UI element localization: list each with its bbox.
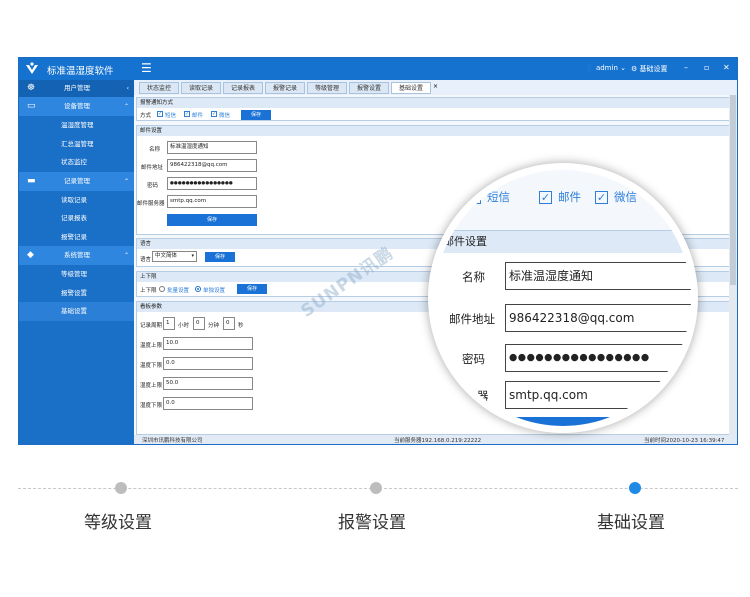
scrollbar-thumb[interactable] [730,95,736,285]
wechat-checkbox[interactable]: ✓ [211,111,217,117]
sidebar-item[interactable]: 记录报表 [19,209,134,228]
tab-status[interactable]: 状态监控 [139,82,179,94]
settings-button[interactable]: ⚙ 基础设置 [631,64,668,74]
method-label: 方式 [140,113,152,119]
status-bar: 深圳市讯鹏科技有限公司 当前服务器192.168.0.219:22222 当前时… [134,435,737,444]
zoom-name-field: 标准温湿度通知 [505,262,691,290]
tab-basic-settings[interactable]: 基础设置 [391,82,431,94]
gear-icon: ⚙ [631,65,638,73]
maximize-button[interactable]: ▫ [704,63,709,72]
sidebar-item[interactable]: 等级管理 [19,265,134,284]
pagination-dot-active[interactable] [629,482,641,494]
email-checkbox[interactable]: ✓ [184,111,190,117]
sms-checkbox[interactable]: ✓ [157,111,163,117]
sidebar-item[interactable]: 报警记录 [19,228,134,247]
sidebar-item[interactable]: 读取记录 [19,191,134,210]
nav-label-level[interactable]: 等级设置 [84,508,152,533]
batch-radio[interactable] [159,286,165,292]
sidebar-item-active[interactable]: 基础设置 [19,302,134,321]
sidebar-group-system[interactable]: ◆ 系统管理 ⌃ [19,246,134,265]
alarm-method-section: 报警通知方式 方式 ✓ 短信 ✓ 邮件 ✓ 微信 保存 [136,97,734,121]
monitor-icon: ▭ [27,101,36,111]
humidity-upper-input[interactable]: 50.0 [163,377,253,390]
sidebar-item[interactable]: 温湿度管理 [19,116,134,135]
zoom-mail-section: 邮件设置 名称 标准温湿度通知 邮件地址 986422318@qq.com 密码… [435,230,691,426]
temp-upper-input[interactable]: 10.0 [163,337,253,350]
zoom-server-field: smtp.qq.com [505,381,691,409]
sidebar-item[interactable]: 汇总温管理 [19,135,134,154]
cycle-hour-input[interactable]: 1 [163,317,175,330]
user-icon: 👤 [585,64,594,72]
humidity-lower-input[interactable]: 0.0 [163,397,253,410]
sidebar-group-device[interactable]: ▭ 设备管理 ⌃ [19,97,134,116]
cube-icon: ◆ [27,250,34,260]
mail-save-button[interactable]: 保存 [167,214,257,226]
alarm-method-save-button[interactable]: 保存 [241,110,271,120]
language-save-button[interactable]: 保存 [205,252,235,262]
nav-label-basic[interactable]: 基础设置 [597,508,665,533]
users-icon: ☸ [27,83,36,93]
temp-lower-input[interactable]: 0.0 [163,357,253,370]
close-tab-icon[interactable]: × [433,83,438,90]
pagination-dot[interactable] [370,482,382,494]
nav-label-alarm[interactable]: 报警设置 [338,508,406,533]
vertical-scrollbar[interactable] [729,95,737,435]
chevron-up-icon: ⌃ [123,103,129,110]
company-name: 深圳市讯鹏科技有限公司 [142,438,203,444]
minimize-button[interactable]: – [684,63,688,72]
zoom-sms-checkbox: ✓ [468,191,481,204]
mail-server-input[interactable]: smtp.qq.com [167,195,257,208]
chevron-up-icon: ⌃ [123,252,129,259]
tab-report[interactable]: 记录报表 [223,82,263,94]
mail-address-input[interactable]: 986422318@qq.com [167,159,257,172]
cycle-minute-input[interactable]: 0 [193,317,205,330]
single-radio[interactable] [195,286,201,292]
mail-name-input[interactable]: 标准温湿度通知 [167,141,257,154]
zoom-password-field: ●●●●●●●●●●●●●●●● [505,344,691,372]
tab-read[interactable]: 读取记录 [181,82,221,94]
pagination-dot[interactable] [115,482,127,494]
chevron-left-icon: ‹ [126,85,129,92]
magnifier-zoom: ✓ 短信 ✓ 邮件 ✓ 微信 邮件设置 名称 标准温湿度通知 邮件地址 9864… [428,163,698,433]
zoom-wechat-checkbox: ✓ [595,191,608,204]
app-logo-icon [26,62,38,74]
server-address: 当前服务器192.168.0.219:22222 [394,438,482,444]
sidebar-item-user-mgmt[interactable]: ☸ 用户管理 ‹ [19,80,134,97]
zoom-email-checkbox: ✓ [539,191,552,204]
language-select[interactable]: 中文简体 ▾ [152,251,197,262]
sidebar-item[interactable]: 报警设置 [19,284,134,303]
zoom-address-field: 986422318@qq.com [505,304,691,332]
section-title: 邮件设置 [137,126,733,136]
zoom-section-title: 邮件设置 [435,231,691,253]
sidebar-group-records[interactable]: ▬ 记录管理 ⌃ [19,171,134,191]
user-menu[interactable]: 👤 admin ⌄ [585,64,626,72]
tab-alarm-records[interactable]: 报警记录 [265,82,305,94]
current-time: 当前时间2020-10-23 16:39:47 [644,438,725,444]
tab-alarm-settings[interactable]: 报警设置 [349,82,389,94]
title-bar: 标准温湿度软件 ☰ 👤 admin ⌄ ⚙ 基础设置 – ▫ ✕ [19,58,737,80]
section-title: 报警通知方式 [137,98,733,108]
mail-password-input[interactable]: ●●●●●●●●●●●●●●●● [167,177,257,190]
menu-toggle-icon[interactable]: ☰ [141,61,152,75]
chevron-down-icon: ⌄ [620,64,626,72]
app-title: 标准温湿度软件 [47,66,114,77]
limit-save-button[interactable]: 保存 [237,284,267,294]
cycle-second-input[interactable]: 0 [223,317,235,330]
close-button[interactable]: ✕ [723,63,730,72]
tab-level[interactable]: 等级管理 [307,82,347,94]
folder-icon: ▬ [27,175,36,186]
dropdown-arrow-icon: ▾ [191,253,194,259]
sidebar-item[interactable]: 状态监控 [19,153,134,172]
chevron-up-icon: ⌃ [123,177,129,185]
sidebar: ☸ 用户管理 ‹ ▭ 设备管理 ⌃ 温湿度管理 汇总温管理 状态监控 ▬ 记录管… [19,80,134,444]
